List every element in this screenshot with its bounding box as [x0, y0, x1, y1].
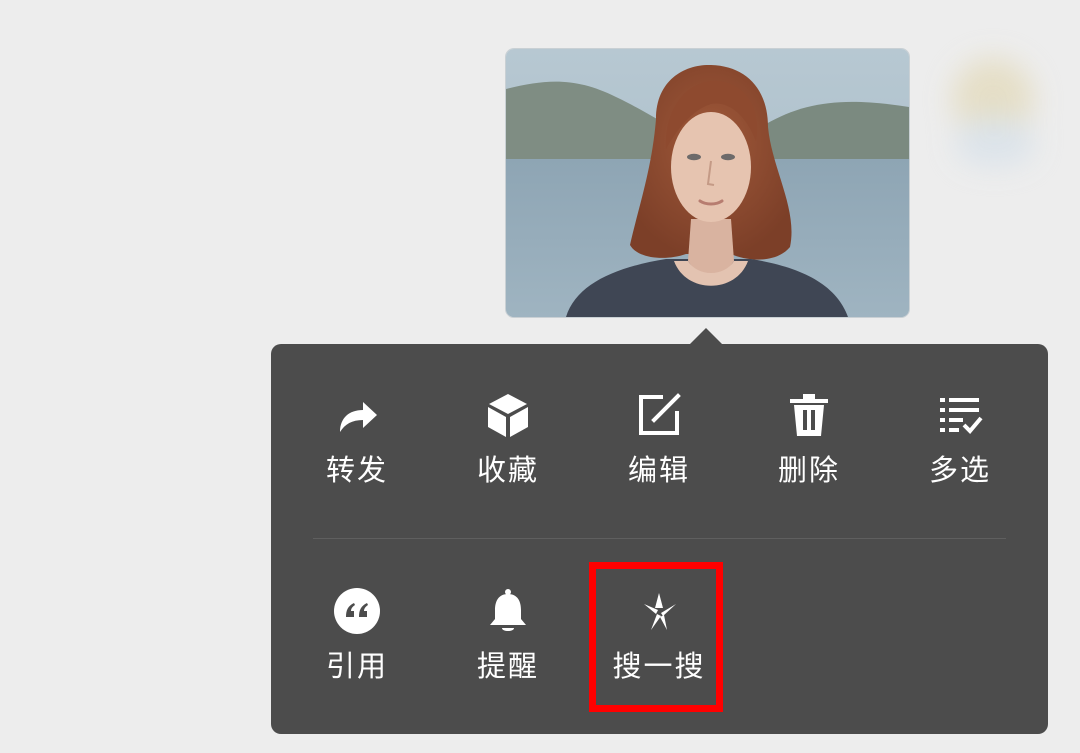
- menu-divider: [313, 538, 1006, 539]
- delete-button[interactable]: 删除: [739, 344, 879, 487]
- multi-select-button[interactable]: 多选: [890, 344, 1030, 487]
- remind-button[interactable]: 提醒: [438, 540, 578, 683]
- remind-label: 提醒: [476, 649, 539, 683]
- quote-label: 引用: [325, 649, 388, 683]
- trash-icon: [784, 390, 834, 440]
- favorite-label: 收藏: [476, 453, 539, 487]
- quote-icon: [332, 586, 382, 636]
- search-label: 搜一搜: [612, 649, 706, 683]
- multi-select-label: 多选: [928, 453, 991, 487]
- chat-screen: 转发 收藏 编辑 删除 多选 引用 提醒 搜一搜: [0, 0, 1080, 753]
- forward-label: 转发: [325, 453, 388, 487]
- edit-label: 编辑: [627, 453, 690, 487]
- forward-button[interactable]: 转发: [287, 344, 427, 487]
- bell-icon: [483, 586, 533, 636]
- favorite-button[interactable]: 收藏: [438, 344, 578, 487]
- context-menu: 转发 收藏 编辑 删除 多选 引用 提醒 搜一搜: [271, 344, 1048, 734]
- quote-button[interactable]: 引用: [287, 540, 427, 683]
- edit-pencil-icon: [634, 390, 684, 440]
- multi-select-list-icon: [935, 390, 985, 440]
- edit-button[interactable]: 编辑: [589, 344, 729, 487]
- menu-pointer: [689, 328, 723, 345]
- cube-favorite-icon: [483, 390, 533, 440]
- delete-label: 删除: [777, 453, 840, 487]
- search-button[interactable]: 搜一搜: [589, 540, 729, 683]
- share-arrow-icon: [332, 390, 382, 440]
- image-message[interactable]: [505, 48, 910, 318]
- portrait-photo: [506, 49, 909, 317]
- user-avatar[interactable]: [930, 40, 1050, 180]
- search-sparkle-icon: [634, 586, 684, 636]
